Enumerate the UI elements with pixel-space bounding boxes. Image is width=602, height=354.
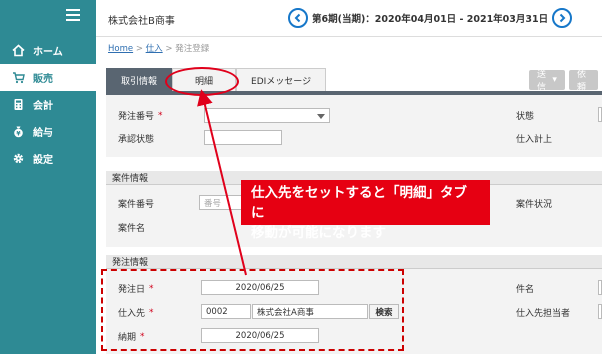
breadcrumb-separator: > (135, 44, 143, 54)
fiscal-period-selector: 第6期(当期)：2020年04月01日 - 2021年03月31日 (288, 8, 573, 28)
project-status-label: 案件状況 (516, 200, 553, 210)
home-icon (12, 44, 25, 57)
sidebar-item-accounting[interactable]: 会計 (0, 91, 96, 118)
order-panel: 発注番号 * 承認状態 状態 仕入計上 (106, 95, 602, 157)
annotation-line-2: 移動が可能になります (251, 225, 386, 241)
sidebar-item-sales[interactable]: 販売 (0, 64, 96, 91)
project-no-label: 案件番号 (118, 200, 155, 210)
status-label: 状態 (516, 112, 535, 122)
supplier-contact-label: 仕入先担当者 (516, 309, 571, 319)
project-name-row: 案件名 (118, 221, 145, 234)
action-buttons: 送信 ▾ 依頼 (529, 70, 602, 93)
project-name-label: 案件名 (118, 224, 146, 234)
calculator-icon (12, 98, 25, 111)
sidebar-item-home[interactable]: ホーム (0, 37, 96, 64)
sidebar-item-label: 設定 (33, 155, 53, 166)
subject-label: 件名 (516, 285, 535, 295)
order-no-label-row: 発注番号 * (118, 109, 163, 123)
sidebar-item-label: 販売 (33, 74, 53, 85)
hamburger-menu-icon[interactable] (66, 9, 80, 21)
breadcrumb: Home > 仕入 > 発注登録 (108, 42, 209, 54)
required-mark: * (158, 110, 163, 121)
tab-transaction-info[interactable]: 取引情報 (106, 68, 173, 92)
chevron-left-icon (294, 13, 301, 23)
annotation-line-1: 仕入先をセットすると「明細」タブに (251, 185, 467, 221)
money-bag-icon: ¥ (12, 125, 25, 138)
sidebar-item-settings[interactable]: 設定 (0, 145, 96, 172)
dropdown-arrow-icon (317, 114, 325, 119)
approval-label: 承認状態 (118, 135, 155, 145)
sidebar-item-label: 給与 (33, 128, 53, 139)
ordering-info-highlight (101, 269, 404, 351)
sidebar-item-label: ホーム (33, 47, 63, 58)
send-button[interactable]: 送信 ▾ (529, 70, 565, 93)
header-bar: 株式会社B商事 第6期(当期)：2020年04月01日 - 2021年03月31… (96, 0, 602, 37)
gear-icon (12, 152, 25, 165)
sidebar-item-label: 会計 (33, 101, 53, 112)
order-no-label: 発注番号 (118, 112, 155, 122)
tab-edi-messages[interactable]: EDIメッセージ (236, 68, 327, 92)
annotation-note: 仕入先をセットすると「明細」タブに 移動が可能になります (241, 180, 490, 241)
prev-period-button[interactable] (288, 8, 308, 28)
order-no-select[interactable] (204, 108, 330, 123)
breadcrumb-home[interactable]: Home (108, 44, 133, 54)
supplier-contact-row: 仕入先担当者 (516, 306, 570, 319)
sidebar-item-payroll[interactable]: ¥ 給与 (0, 118, 96, 145)
project-no-row: 案件番号 (118, 197, 154, 210)
purchase-total-row: 仕入計上 (516, 132, 552, 145)
caret-down-icon: ▾ (552, 75, 557, 85)
sidebar: ホーム 販売 会計 ¥ 給与 設定 (0, 0, 96, 354)
purchase-total-label: 仕入計上 (516, 135, 553, 145)
subject-row: 件名 (516, 282, 534, 295)
status-label-row: 状態 (516, 109, 534, 122)
status-field (598, 107, 602, 122)
fiscal-period-text: 第6期(当期)：2020年04月01日 - 2021年03月31日 (312, 14, 549, 25)
subject-input[interactable] (598, 280, 602, 295)
ordering-section-header: 発注情報 (106, 255, 602, 269)
screen: ホーム 販売 会計 ¥ 給与 設定 株式会社B商事 第6期(当期)：2020年0… (0, 0, 602, 354)
supplier-contact-input[interactable] (598, 304, 602, 319)
send-button-label: 送信 (537, 70, 547, 93)
company-name: 株式会社B商事 (108, 16, 175, 27)
details-tab-highlight (165, 67, 239, 96)
sidebar-nav: ホーム 販売 会計 ¥ 給与 設定 (0, 37, 96, 172)
approval-field (204, 130, 282, 145)
request-button[interactable]: 依頼 (568, 70, 598, 93)
next-period-button[interactable] (552, 8, 573, 28)
cart-icon (12, 71, 25, 84)
breadcrumb-purchase[interactable]: 仕入 (146, 44, 163, 54)
breadcrumb-separator: > (165, 44, 173, 54)
project-status-row: 案件状況 (516, 197, 552, 210)
approval-label-row: 承認状態 (118, 132, 154, 145)
chevron-right-icon (559, 13, 566, 23)
breadcrumb-current: 発注登録 (175, 44, 210, 54)
